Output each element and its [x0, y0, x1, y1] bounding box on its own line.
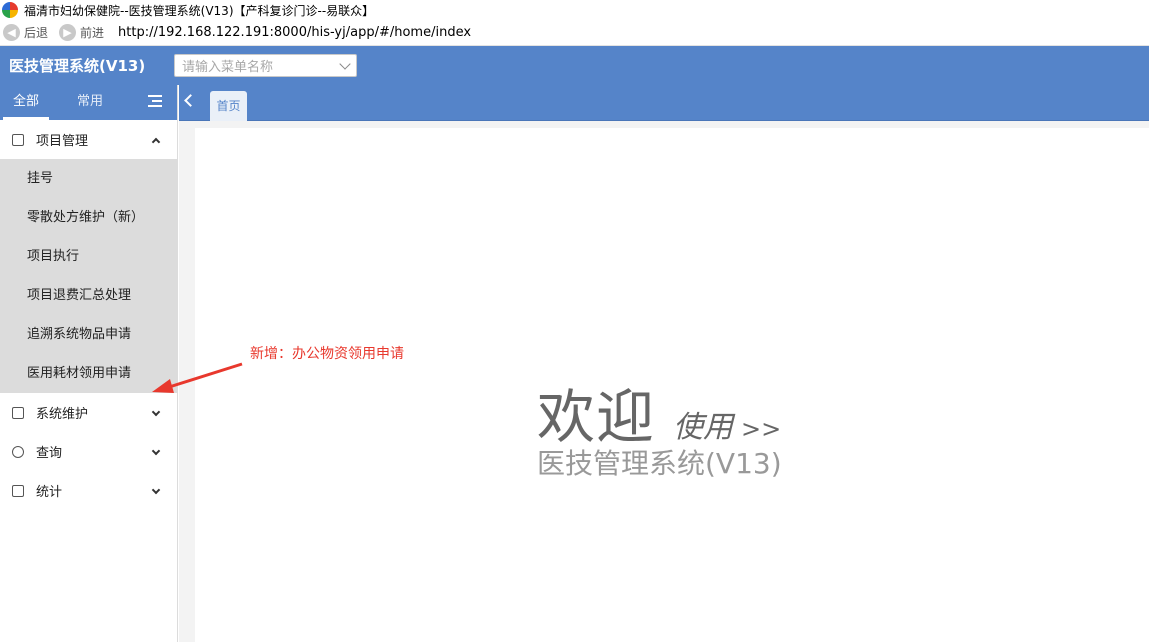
sidebar-item-register[interactable]: 挂号: [0, 159, 177, 198]
sidebar-group-stats[interactable]: 统计: [0, 471, 177, 510]
sidebar-group-query[interactable]: 查询: [0, 432, 177, 471]
sidebar-group-project[interactable]: 项目管理: [0, 120, 177, 159]
monitor-icon: [12, 406, 24, 419]
annotation-arrow-icon: [152, 362, 243, 393]
annotation-text: 新增：办公物资领用申请: [250, 346, 404, 362]
chevron-down-icon: [151, 446, 161, 456]
back-button[interactable]: ◀ 后退: [3, 24, 48, 41]
chevron-down-icon: [151, 485, 161, 495]
app-logo-icon: [2, 2, 18, 18]
forward-label: 前进: [80, 26, 105, 40]
url-bar[interactable]: http://192.168.122.191:8000/his-yj/app/#…: [118, 25, 471, 40]
menu-search-placeholder: 请输入菜单名称: [182, 60, 274, 75]
browser-navbar: ◀ 后退 ▶ 前进 http://192.168.122.191:8000/hi…: [0, 20, 1149, 46]
chevron-left-icon[interactable]: [184, 94, 197, 107]
forward-arrow-icon: ▶: [59, 24, 77, 41]
window-titlebar: 福清市妇幼保健院--医技管理系统(V13)【产科复诊门诊--易联众】: [0, 0, 1149, 20]
sidebar-group-system[interactable]: 系统维护: [0, 393, 177, 432]
group-label: 系统维护: [36, 407, 89, 422]
sidebar-tabs: 全部 常用: [0, 85, 177, 120]
forward-button[interactable]: ▶ 前进: [59, 24, 104, 41]
chevron-up-icon: [151, 137, 161, 147]
sidebar-item-execution[interactable]: 项目执行: [0, 237, 177, 276]
chevron-down-icon: [151, 407, 161, 417]
back-arrow-icon: ◀: [3, 24, 20, 41]
sidebar-item-trace[interactable]: 追溯系统物品申请: [0, 315, 177, 354]
tab-all[interactable]: 全部: [3, 85, 49, 120]
welcome-use-text: 使用: [673, 410, 734, 445]
collapse-menu-icon[interactable]: [148, 95, 162, 109]
menu-search-select[interactable]: 请输入菜单名称: [174, 54, 357, 77]
window-title: 福清市妇幼保健院--医技管理系统(V13)【产科复诊门诊--易联众】: [24, 3, 375, 18]
stats-icon: [12, 484, 24, 497]
sidebar-item-prescription[interactable]: 零散处方维护（新）: [0, 198, 177, 237]
welcome-arrow-text: >>: [741, 415, 782, 443]
system-title: 医技管理系统(V13): [9, 57, 146, 75]
welcome-subtitle: 医技管理系统(V13): [537, 447, 782, 480]
project-icon: [12, 133, 24, 146]
app-header: 医技管理系统(V13) 请输入菜单名称: [0, 46, 1149, 85]
tab-favorites[interactable]: 常用: [67, 85, 113, 120]
page-tabbar: 首页: [179, 85, 1149, 121]
tab-home[interactable]: 首页: [210, 91, 247, 121]
group-label: 统计: [36, 485, 63, 500]
sidebar-item-refund[interactable]: 项目退费汇总处理: [0, 276, 177, 315]
group-label: 项目管理: [36, 134, 89, 149]
back-label: 后退: [24, 26, 49, 40]
group-label: 查询: [36, 446, 63, 461]
query-icon: [12, 445, 24, 458]
chevron-down-icon: [339, 57, 351, 70]
